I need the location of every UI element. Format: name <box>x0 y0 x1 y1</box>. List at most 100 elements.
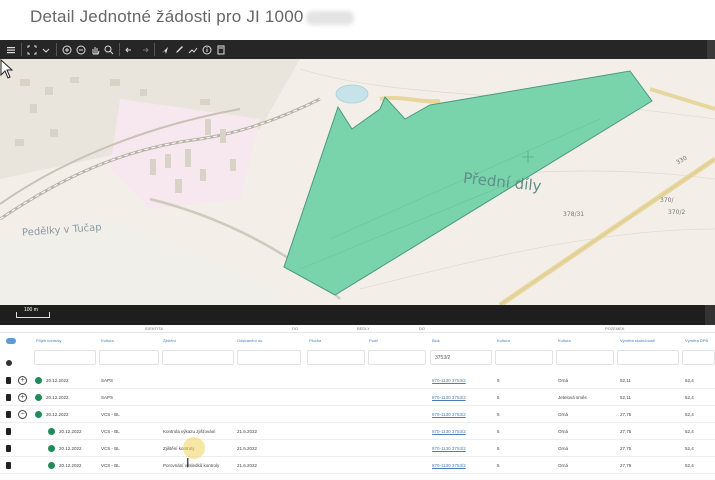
cell-dpb: 52,4 <box>685 446 694 451</box>
cell-kultura: Orná <box>558 378 569 383</box>
group-header-do: DO <box>292 326 298 331</box>
document-icon[interactable] <box>6 428 11 435</box>
filter-input[interactable] <box>556 350 614 365</box>
col-header-vymera[interactable]: Výměra skutečnosti <box>620 338 655 343</box>
document-icon[interactable] <box>6 445 11 452</box>
collapse-icon[interactable]: − <box>18 410 27 419</box>
cell-kultura: Orná <box>558 463 569 468</box>
col-header-odstraneni[interactable]: Odstranění do <box>237 338 262 343</box>
cell-dpb: 52,4 <box>685 429 694 434</box>
scale-bar-edge <box>705 305 715 325</box>
table-row[interactable]: 20.12.2022 VCS - BL Kontrola výkazu zjiš… <box>0 423 715 440</box>
info-icon[interactable] <box>201 43 213 56</box>
col-header-prijeti[interactable]: Přijetí kontroly <box>36 338 61 343</box>
controls-table: IDENTITA DO BEDLY DO POZEMEK Přijetí kon… <box>0 325 715 480</box>
expand-icon[interactable]: + <box>18 376 27 385</box>
document-icon[interactable] <box>6 394 11 401</box>
table-row[interactable]: 20.12.2022 VCS - BL Zjištění kontroly 21… <box>0 440 715 457</box>
chevron-down-icon[interactable] <box>40 43 52 56</box>
zoom-out-icon[interactable] <box>75 43 87 56</box>
filter-input[interactable] <box>34 350 96 365</box>
mouse-cursor-icon <box>0 59 14 79</box>
cell-blok-link[interactable]: 870-1130 3753/2 <box>432 429 466 434</box>
filter-input[interactable] <box>307 350 365 365</box>
cell-vymera: 27,75 <box>620 463 632 468</box>
page-title: Detail Jednotné žádosti pro JI 1000 <box>30 7 354 27</box>
cell-dpb: 52,4 <box>685 395 694 400</box>
filter-input[interactable] <box>237 350 301 365</box>
map-view[interactable]: Přední díly Pedělky v Tučap 330 370/ 370… <box>0 59 715 305</box>
document-icon[interactable] <box>6 377 11 384</box>
status-dot <box>35 411 42 418</box>
app-window: Detail Jednotné žádosti pro JI 1000 Před… <box>0 0 715 480</box>
filter-input[interactable] <box>495 350 553 365</box>
document-icon[interactable] <box>6 411 11 418</box>
toolbar-edge <box>707 40 715 59</box>
table-row[interactable]: 20.12.2022 VCS - BL Porovnání výsledků k… <box>0 457 715 474</box>
col-header-kultura[interactable]: Kultura <box>101 338 114 343</box>
cell-blok-link[interactable]: 870-1130 3753/2 <box>432 446 466 451</box>
col-header-dpb[interactable]: Výměra DPB <box>685 338 708 343</box>
cell-num: 5 <box>497 378 500 383</box>
cell-date: 20.12.2022 <box>59 446 82 451</box>
cell-desc: Porovnání výsledků kontroly <box>163 463 220 468</box>
cell-vymera: 52,11 <box>620 378 631 383</box>
filter-input[interactable] <box>682 350 715 365</box>
cell-dpb: 52,4 <box>685 378 694 383</box>
print-icon[interactable] <box>215 43 227 56</box>
group-header-pozemek: POZEMEK <box>605 326 625 331</box>
group-header-do-2: DO <box>419 326 425 331</box>
cell-odstraneni: 21.6.2022 <box>237 463 258 468</box>
col-header-blok[interactable]: Blok <box>432 338 440 343</box>
filter-input[interactable] <box>617 350 679 365</box>
toolbar-divider <box>154 43 155 56</box>
cell-num: 5 <box>497 412 500 417</box>
toolbar-divider <box>119 43 120 56</box>
cell-vymera: 27,75 <box>620 446 632 451</box>
filter-input[interactable] <box>368 350 426 365</box>
table-row[interactable]: + 20.12.2022 SAPS 870-1130 3753/2 5 Orná… <box>0 372 715 389</box>
pin-icon[interactable] <box>6 360 12 366</box>
zoom-in-icon[interactable] <box>61 43 73 56</box>
filter-input-blok[interactable]: 3753/2 <box>430 350 492 365</box>
zoom-search-icon[interactable] <box>103 43 115 56</box>
menu-icon[interactable] <box>5 43 17 56</box>
map-toolbar <box>0 40 715 59</box>
cell-num: 5 <box>497 463 500 468</box>
cell-blok-link[interactable]: 870-1130 3753/2 <box>432 463 466 468</box>
map-label-road-378: 378/31 <box>563 211 585 218</box>
filter-input[interactable] <box>99 350 159 365</box>
undo-icon[interactable] <box>124 43 136 56</box>
fit-extent-icon[interactable] <box>26 43 38 56</box>
cell-type: VCS - BL <box>101 446 120 451</box>
status-dot <box>48 445 55 452</box>
col-header-plocha[interactable]: Plocha <box>309 338 321 343</box>
col-header-kultura-2[interactable]: Kultura <box>497 338 510 343</box>
group-header-identita: IDENTITA <box>145 326 163 331</box>
cell-blok-link[interactable]: 870-1130 3753/2 <box>432 412 466 417</box>
document-icon[interactable] <box>6 462 11 469</box>
redo-icon[interactable] <box>138 43 150 56</box>
measure-icon[interactable] <box>187 43 199 56</box>
table-header-row: Přijetí kontroly Kultura Zjištění Odstra… <box>0 337 715 347</box>
cell-vymera: 27,75 <box>620 412 632 417</box>
cell-date: 20.12.2022 <box>59 429 82 434</box>
select-arrow-icon[interactable] <box>159 43 171 56</box>
col-header-kultura-3[interactable]: Kultura <box>558 338 571 343</box>
pan-hand-icon[interactable] <box>89 43 101 56</box>
cell-blok-link[interactable]: 870-1130 3753/2 <box>432 395 466 400</box>
col-header-podil[interactable]: Podíl <box>369 338 378 343</box>
expand-icon[interactable]: + <box>18 393 27 402</box>
col-header-zjisteni[interactable]: Zjištění <box>163 338 176 343</box>
table-row[interactable]: + 20.12.2022 SAPS 870-1130 3753/2 5 Jete… <box>0 389 715 406</box>
cell-dpb: 52,4 <box>685 463 694 468</box>
draw-pen-icon[interactable] <box>173 43 185 56</box>
cell-odstraneni: 21.6.2022 <box>237 429 258 434</box>
cell-type: VCS - BL <box>101 463 120 468</box>
table-row[interactable]: − 20.12.2022 VCS - BL 870-1130 3753/2 5 … <box>0 406 715 423</box>
cell-blok-link[interactable]: 870-1130 3753/2 <box>432 378 466 383</box>
filter-input[interactable] <box>162 350 234 365</box>
cell-kultura: Orná <box>558 412 569 417</box>
scale-label: 100 m <box>24 307 38 313</box>
cell-date: 20.12.2022 <box>59 463 82 468</box>
